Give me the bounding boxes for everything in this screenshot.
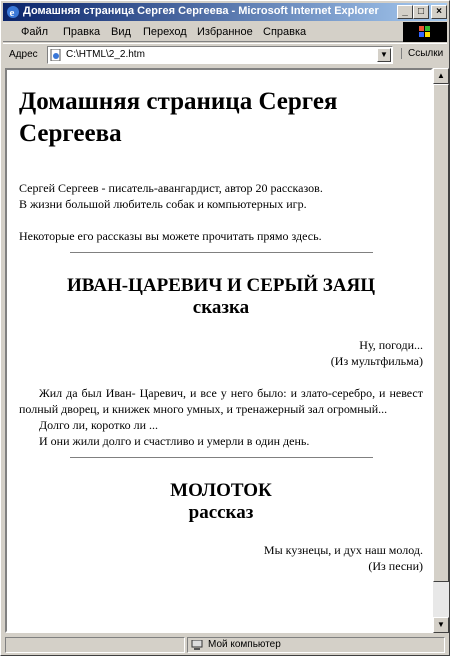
story-1-heading: ИВАН-ЦАРЕВИЧ И СЕРЫЙ ЗАЯЦ сказка bbox=[19, 275, 423, 319]
story-1-line-2: Долго ли, коротко ли ... bbox=[39, 418, 158, 432]
menu-favorites[interactable]: Избранное bbox=[197, 26, 253, 38]
window-title: Домашняя страница Сергея Сергеева - Micr… bbox=[23, 5, 379, 17]
story-2-title: МОЛОТОК bbox=[170, 480, 272, 501]
title-bar: e Домашняя страница Сергея Сергеева - Mi… bbox=[3, 3, 447, 21]
close-button[interactable]: × bbox=[431, 5, 447, 19]
browser-window: e Домашняя страница Сергея Сергеева - Mi… bbox=[0, 0, 450, 656]
page-content: Домашняя страница Сергея Сергеева Сергей… bbox=[19, 76, 423, 574]
story-2-epigraph-source: (Из песни) bbox=[368, 559, 423, 573]
ie-logo-icon: e bbox=[7, 6, 19, 19]
menu-bar: Файл Правка Вид Переход Избранное Справк… bbox=[3, 23, 447, 42]
scroll-down-button[interactable]: ▼ bbox=[433, 617, 449, 633]
address-label: Адрес bbox=[9, 49, 38, 60]
computer-icon bbox=[191, 640, 203, 650]
story-1-genre: сказка bbox=[192, 297, 250, 318]
story-2-epigraph: Мы кузнецы, и дух наш молод. bbox=[263, 543, 423, 557]
scroll-up-button[interactable]: ▲ bbox=[433, 68, 449, 84]
intro-line-1: Сергей Сергеев - писатель-авангардист, а… bbox=[19, 181, 323, 195]
maximize-button[interactable]: □ bbox=[413, 5, 429, 19]
story-1-epigraph-source: (Из мультфильма) bbox=[330, 354, 423, 368]
address-bar: Адрес C:\HTML\2_2.htm ▼ Ссылки bbox=[3, 43, 447, 66]
page-heading: Домашняя страница Сергея Сергеева bbox=[19, 88, 338, 147]
story-2-heading: МОЛОТОК рассказ bbox=[19, 480, 423, 524]
status-pane-main bbox=[5, 637, 185, 653]
minimize-button[interactable]: _ bbox=[397, 5, 413, 19]
story-1-line-3: И они жили долго и счастливо и умерли в … bbox=[39, 434, 310, 448]
status-pane-zone: Мой компьютер bbox=[187, 637, 445, 653]
page-viewport: Домашняя страница Сергея Сергеева Сергей… bbox=[5, 68, 433, 633]
vertical-scrollbar[interactable]: ▲ ▼ bbox=[433, 68, 449, 633]
menu-go[interactable]: Переход bbox=[143, 26, 187, 38]
intro-line-3: Некоторые его рассказы вы можете прочита… bbox=[19, 229, 322, 243]
address-input[interactable]: C:\HTML\2_2.htm ▼ bbox=[47, 46, 393, 64]
address-value: C:\HTML\2_2.htm bbox=[66, 49, 145, 60]
menu-file[interactable]: Файл bbox=[21, 26, 48, 38]
story-1-title: ИВАН-ЦАРЕВИЧ И СЕРЫЙ ЗАЯЦ bbox=[67, 275, 375, 296]
status-bar: Мой компьютер bbox=[3, 635, 447, 655]
address-dropdown-button[interactable]: ▼ bbox=[377, 48, 391, 62]
divider bbox=[69, 457, 373, 458]
menu-edit[interactable]: Правка bbox=[63, 26, 100, 38]
intro-line-2: В жизни большой любитель собак и компьют… bbox=[19, 197, 307, 211]
divider bbox=[69, 252, 373, 253]
page-icon bbox=[50, 49, 61, 61]
windows-logo-icon bbox=[403, 22, 447, 42]
menu-help[interactable]: Справка bbox=[263, 26, 306, 38]
story-1-paragraph: Жил да был Иван- Царевич, и все у него б… bbox=[19, 386, 423, 416]
svg-text:e: e bbox=[10, 7, 15, 19]
scroll-thumb[interactable] bbox=[433, 84, 449, 582]
story-2-genre: рассказ bbox=[188, 502, 254, 523]
links-button[interactable]: Ссылки bbox=[401, 48, 443, 59]
menu-view[interactable]: Вид bbox=[111, 26, 131, 38]
story-1-epigraph: Ну, погоди... bbox=[359, 338, 423, 352]
status-zone-text: Мой компьютер bbox=[208, 639, 281, 650]
